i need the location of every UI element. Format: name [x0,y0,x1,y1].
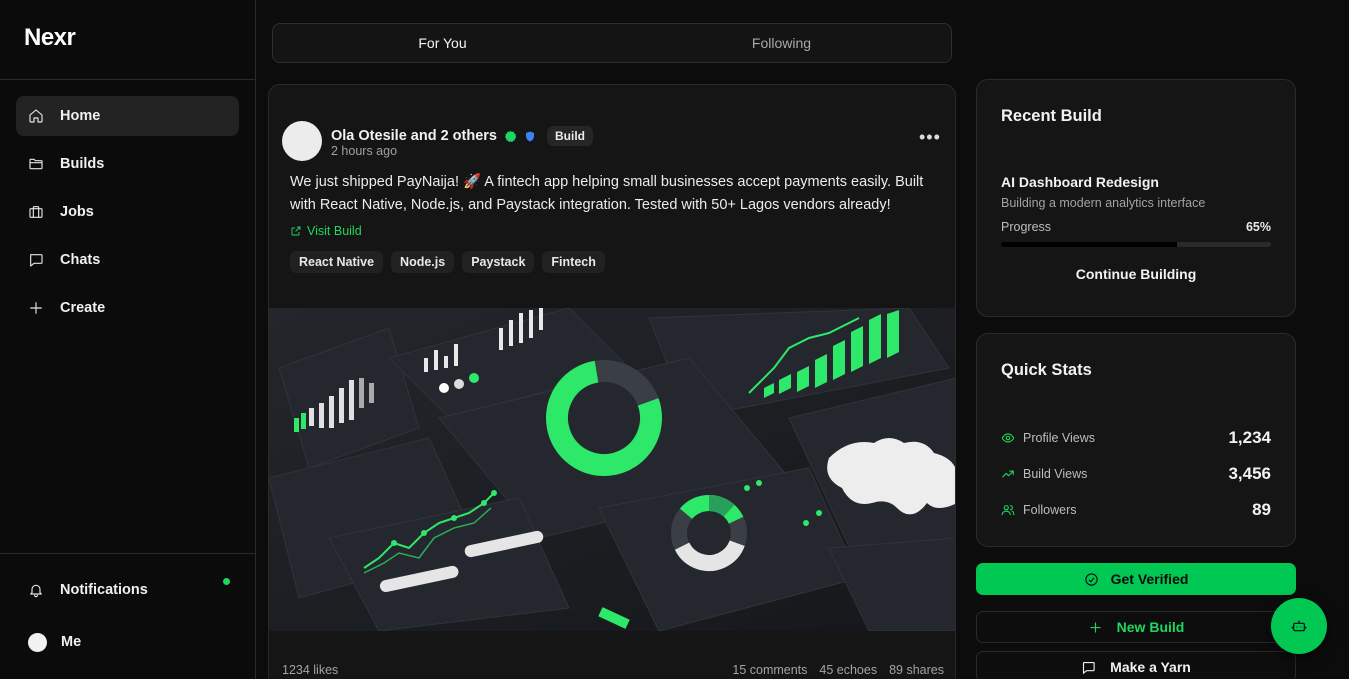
sidebar-divider [0,553,255,554]
message-icon [1083,661,1095,674]
sidebar-item-notifications[interactable]: Notifications [16,570,239,610]
more-options-icon[interactable]: ••• [919,127,941,148]
stat-profile-views: Profile Views 1,234 [1001,428,1271,448]
sidebar-item-builds[interactable]: Builds [16,144,239,184]
brand-logo[interactable]: Nexr [24,24,76,52]
tag[interactable]: Node.js [391,251,455,273]
plus-icon [1090,622,1101,632]
notification-dot [223,578,230,585]
sidebar-item-label: Home [60,108,101,124]
avatar[interactable] [282,121,322,161]
sidebar-item-label: Create [60,300,106,316]
tag[interactable]: Paystack [462,251,535,273]
tab-following[interactable]: Following [612,24,951,62]
sidebar-item-chats[interactable]: Chats [16,240,239,280]
folder-icon [28,156,44,172]
progress-value: 65% [1245,220,1271,234]
stat-value: 89 [1252,500,1271,519]
trending-up-icon [1002,470,1014,478]
plus-icon [28,300,44,316]
bell-icon [28,582,44,598]
make-yarn-button[interactable]: Make a Yarn [976,651,1296,679]
ai-assistant-button[interactable] [1271,598,1327,654]
make-yarn-label: Make a Yarn [1110,659,1191,675]
stat-value: 3,456 [1228,464,1271,483]
verified-badge-icon [504,130,517,142]
comments-count[interactable]: 15 comments [732,663,807,677]
echoes-count[interactable]: 45 echoes [819,663,877,677]
bot-icon [1291,620,1307,632]
external-link-icon [291,226,301,236]
home-icon [28,108,44,124]
sidebar-item-label: Notifications [60,582,148,598]
sidebar-item-home[interactable]: Home [16,96,239,136]
sidebar-divider [0,79,255,80]
bottom-nav: Notifications Me [16,570,239,674]
sidebar-item-label: Builds [60,156,105,172]
sidebar: Nexr Home Builds Jobs Chats Create Notif… [0,0,256,679]
avatar [28,632,47,652]
feed-tabs: For You Following [272,23,952,63]
stat-label: Followers [1023,503,1077,517]
likes-count[interactable]: 1234 likes [282,663,720,677]
build-description: Building a modern analytics interface [1001,196,1206,210]
sidebar-item-create[interactable]: Create [16,288,239,328]
sidebar-item-jobs[interactable]: Jobs [16,192,239,232]
main-nav: Home Builds Jobs Chats Create [16,96,239,336]
shares-count[interactable]: 89 shares [889,663,944,677]
tab-for-you[interactable]: For You [273,24,612,62]
post-tags: React Native Node.js Paystack Fintech [290,251,613,273]
stat-build-views: Build Views 3,456 [1001,464,1271,484]
new-build-label: New Build [1116,619,1185,635]
tag[interactable]: Fintech [542,251,605,273]
get-verified-label: Get Verified [1110,571,1189,587]
tag[interactable]: React Native [290,251,384,273]
post-author-row: Ola Otesile and 2 others Build [331,126,593,146]
panel-title: Quick Stats [1001,361,1092,379]
progress-bar [1001,242,1271,247]
post-image[interactable] [269,308,955,631]
sidebar-item-label: Chats [60,252,101,268]
build-name[interactable]: AI Dashboard Redesign [1001,174,1159,190]
post-body: We just shipped PayNaija! 🚀 A fintech ap… [290,174,924,213]
visit-build-link[interactable]: Visit Build [290,224,362,238]
visit-build-label: Visit Build [307,224,362,238]
post-timestamp: 2 hours ago [331,144,398,158]
post-type-badge: Build [547,126,593,146]
post-author[interactable]: Ola Otesile and 2 others [331,128,497,144]
sidebar-item-label: Jobs [60,204,94,220]
stat-label: Profile Views [1023,431,1096,445]
continue-building-button[interactable]: Continue Building [1001,266,1271,282]
users-icon [1001,505,1015,516]
get-verified-button[interactable]: Get Verified [976,563,1296,595]
eye-icon [1001,433,1015,443]
progress-bar-fill [1001,242,1177,247]
post-card: Ola Otesile and 2 others Build 2 hours a… [268,84,956,679]
new-build-button[interactable]: New Build [976,611,1296,643]
post-footer: 1234 likes 15 comments 45 echoes 89 shar… [282,663,944,677]
stat-followers: Followers 89 [1001,500,1271,520]
sidebar-item-label: Me [61,634,82,650]
check-circle-icon [1084,572,1098,586]
recent-build-panel: Recent Build AI Dashboard Redesign Build… [976,79,1296,317]
stat-label: Build Views [1023,467,1088,481]
quick-stats-panel: Quick Stats Profile Views 1,234 Build Vi… [976,333,1296,547]
panel-title: Recent Build [1001,107,1102,125]
progress-label: Progress [1001,220,1052,234]
sidebar-item-me[interactable]: Me [16,622,239,662]
briefcase-icon [28,204,44,220]
stat-value: 1,234 [1228,428,1271,447]
shield-icon [526,131,534,141]
message-icon [28,252,44,268]
dashboard-illustration [269,308,955,631]
